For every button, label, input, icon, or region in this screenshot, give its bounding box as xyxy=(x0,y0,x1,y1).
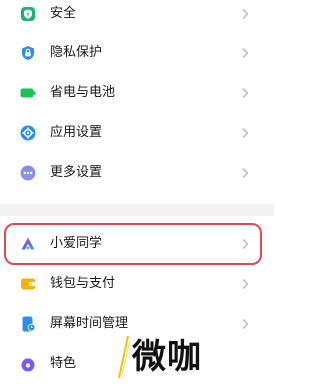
settings-item-wallet[interactable]: 钱包与支付 xyxy=(0,264,274,304)
chevron-right-icon xyxy=(240,167,250,179)
settings-item-label: 特色 xyxy=(50,356,77,371)
settings-item-privacy[interactable]: 隐私保护 xyxy=(0,33,274,73)
chevron-right-icon xyxy=(240,127,250,139)
watermark-text: 微咖 xyxy=(132,337,202,377)
settings-item-label: 应用设置 xyxy=(50,125,103,140)
settings-item-label: 更多设置 xyxy=(50,165,103,180)
settings-item-app-settings[interactable]: 应用设置 xyxy=(0,113,274,153)
watermark-slash-icon xyxy=(118,336,130,378)
settings-item-security[interactable]: 安全 xyxy=(0,0,274,34)
shield-icon xyxy=(20,6,36,22)
settings-page: 安全 隐私保护 省电与电池 应用设置 更多设置 小爱同学 钱包与支付 屏幕时间管… xyxy=(0,0,274,386)
app-settings-gear-icon xyxy=(20,125,36,141)
watermark: 微咖 xyxy=(116,332,266,382)
chevron-right-icon xyxy=(240,47,250,59)
settings-item-label: 隐私保护 xyxy=(50,45,103,60)
section-divider xyxy=(0,204,274,216)
chevron-right-icon xyxy=(240,8,250,20)
chevron-right-icon xyxy=(240,318,250,330)
settings-item-label: 省电与电池 xyxy=(50,85,116,100)
more-dots-icon xyxy=(20,165,36,181)
settings-item-label: 钱包与支付 xyxy=(50,276,116,291)
screen-time-icon xyxy=(20,316,36,332)
privacy-lock-icon xyxy=(20,45,36,61)
chevron-right-icon xyxy=(240,87,250,99)
settings-item-battery[interactable]: 省电与电池 xyxy=(0,73,274,113)
settings-item-label: 屏幕时间管理 xyxy=(50,316,129,331)
battery-icon xyxy=(20,85,36,101)
settings-item-label: 安全 xyxy=(50,6,77,21)
settings-item-more-settings[interactable]: 更多设置 xyxy=(0,153,274,193)
highlight-box xyxy=(4,223,262,265)
features-icon xyxy=(20,356,36,372)
chevron-right-icon xyxy=(240,278,250,290)
wallet-icon xyxy=(20,276,36,292)
